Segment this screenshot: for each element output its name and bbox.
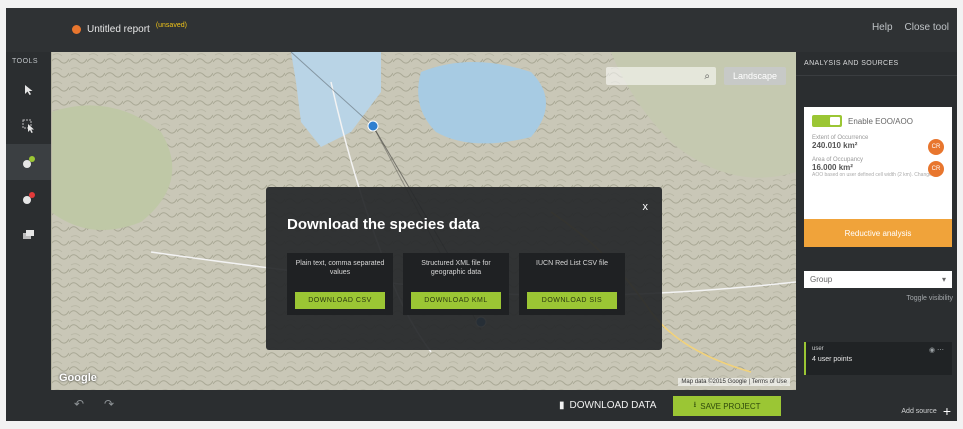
report-title[interactable]: Untitled report (unsaved) [72, 22, 187, 35]
toggle-visibility-link[interactable]: Toggle visibility [906, 295, 953, 302]
aoo-status-badge: CR [928, 161, 944, 177]
kml-option: Structured XML file for geographic data … [403, 253, 509, 315]
select-box-tool[interactable] [6, 108, 51, 144]
analysis-panel: ANALYSIS AND SOURCES Enable EOO/AOO Exte… [796, 52, 957, 421]
group-select[interactable]: Group ▾ [804, 271, 952, 288]
chevron-down-icon: ▾ [941, 275, 946, 284]
undo-button[interactable]: ↶ [69, 397, 89, 411]
eoo-aoo-card: Enable EOO/AOO Extent of Occurrence 240.… [804, 107, 952, 247]
add-source-button[interactable]: Add source + [901, 403, 951, 419]
save-project-label: SAVE PROJECT [700, 401, 761, 411]
reductive-analysis-button[interactable]: Reductive analysis [804, 219, 952, 247]
map-controls: ⌕ Landscape [606, 67, 786, 85]
kml-description: Structured XML file for geographic data [421, 260, 491, 276]
report-status: (unsaved) [155, 22, 187, 29]
map-canvas[interactable]: ⌕ Landscape Google Map data ©2015 Google… [51, 52, 796, 390]
document-icon: ▮ [559, 400, 565, 411]
layers-icon [22, 230, 34, 239]
aoo-metric: Area of Occupancy 16.000 km² AOO based o… [804, 155, 952, 183]
panel-header: ANALYSIS AND SOURCES [796, 52, 957, 76]
sis-option: IUCN Red List CSV file DOWNLOAD SIS [519, 253, 625, 315]
map-layer-select[interactable]: Landscape [724, 67, 786, 85]
map-search-input[interactable]: ⌕ [606, 67, 716, 85]
top-bar: Untitled report (unsaved) Help Close too… [6, 8, 957, 52]
aoo-value: 16.000 km² [812, 163, 853, 172]
redo-button[interactable]: ↷ [99, 397, 119, 411]
csv-description: Plain text, comma separated values [295, 260, 385, 276]
save-icon: ⭳ [693, 400, 697, 409]
select-arrow-icon [24, 85, 32, 95]
add-point-tool[interactable] [6, 144, 51, 180]
redo-icon: ↷ [103, 397, 115, 411]
download-data-label: DOWNLOAD DATA [569, 400, 657, 411]
modal-close-button[interactable]: x [643, 201, 649, 213]
group-list-item[interactable]: user 4 user points ◉ ⋯ [804, 342, 952, 375]
report-title-text[interactable]: Untitled report [87, 24, 150, 35]
tools-sidebar: TOOLS [6, 52, 51, 421]
download-options: Plain text, comma separated values DOWNL… [287, 253, 625, 315]
group-select-value: Group [810, 275, 833, 284]
aoo-note[interactable]: AOO based on user defined cell width (2 … [812, 172, 944, 178]
google-logo: Google [59, 372, 97, 384]
layers-tool[interactable] [6, 216, 51, 252]
download-modal: Download the species data x Plain text, … [266, 187, 662, 350]
group-name: user [812, 346, 824, 352]
eoo-aoo-toggle[interactable] [812, 115, 842, 127]
save-project-button[interactable]: ⭳ SAVE PROJECT [673, 396, 781, 416]
download-kml-button[interactable]: DOWNLOAD KML [411, 292, 501, 309]
top-links: Help Close tool [872, 22, 949, 33]
bottom-bar: ↶ ↷ ▮ DOWNLOAD DATA ⭳ SAVE PROJECT [51, 390, 796, 421]
eoo-value: 240.010 km² [812, 141, 858, 150]
toggle-label: Enable EOO/AOO [848, 116, 913, 126]
download-data-button[interactable]: ▮ DOWNLOAD DATA [559, 400, 656, 411]
download-sis-button[interactable]: DOWNLOAD SIS [527, 292, 617, 309]
select-arrow-tool[interactable] [6, 72, 51, 108]
select-box-icon [22, 119, 34, 133]
eoo-status-badge: CR [928, 139, 944, 155]
eoo-metric: Extent of Occurrence 240.010 km² CR [804, 133, 952, 155]
remove-point-tool[interactable] [6, 180, 51, 216]
csv-option: Plain text, comma separated values DOWNL… [287, 253, 393, 315]
close-tool-link[interactable]: Close tool [905, 22, 949, 33]
modal-title: Download the species data [287, 216, 480, 233]
plus-icon: + [942, 403, 951, 419]
search-icon: ⌕ [704, 70, 710, 82]
undo-icon: ↶ [73, 397, 85, 411]
add-point-icon [22, 156, 35, 168]
add-source-label: Add source [901, 407, 937, 415]
app-window: Untitled report (unsaved) Help Close too… [6, 8, 957, 421]
map-attribution[interactable]: Map data ©2015 Google | Terms of Use [678, 378, 790, 386]
eoo-aoo-toggle-row: Enable EOO/AOO [804, 107, 952, 133]
eye-icon[interactable]: ◉ ⋯ [929, 346, 944, 354]
group-point-count: 4 user points [812, 356, 853, 363]
sis-description: IUCN Red List CSV file [536, 260, 608, 267]
download-csv-button[interactable]: DOWNLOAD CSV [295, 292, 385, 309]
help-link[interactable]: Help [872, 22, 893, 33]
tools-label: TOOLS [12, 58, 39, 65]
status-dot-icon [72, 25, 81, 34]
remove-point-icon [22, 192, 35, 204]
